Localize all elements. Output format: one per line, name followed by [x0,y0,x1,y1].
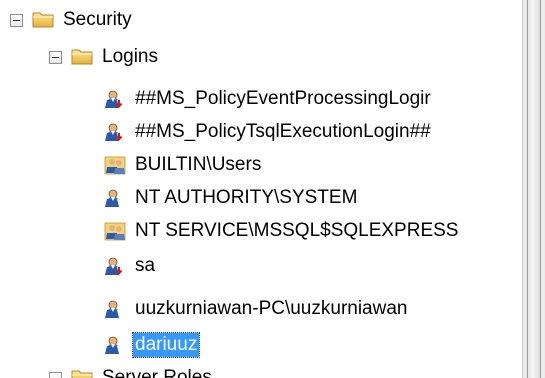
login-label: ##MS_PolicyTsqlExecutionLogin## [135,121,431,142]
collapse-toggle[interactable] [49,50,62,64]
login-disabled-icon [104,89,126,109]
tree-node-label: Security [63,9,132,30]
tree-node-logins[interactable]: Logins [49,43,160,71]
login-disabled-icon [104,122,126,142]
folder-icon [32,10,54,30]
tree-node-security[interactable]: Security [10,6,134,34]
login-label: uuzkurniawan-PC\uuzkurniawan [135,298,408,319]
tree-node-server-roles[interactable]: Server Roles [49,364,214,378]
scrollbar-thumb[interactable] [527,0,541,378]
login-label: NT AUTHORITY\SYSTEM [135,187,358,208]
login-label: sa [135,255,156,276]
vertical-scrollbar[interactable] [522,0,545,378]
collapse-toggle[interactable] [49,371,62,378]
login-label: NT SERVICE\MSSQL$SQLEXPRESS [135,220,459,241]
object-explorer-tree: Security Logins ##MS_PolicyEventProcessi… [0,0,522,378]
tree-node-login[interactable]: NT AUTHORITY\SYSTEM [104,184,359,212]
tree-node-login-selected[interactable]: dariuuz [104,331,201,359]
folder-icon [71,47,93,67]
login-icon [104,188,126,208]
login-icon [104,335,126,355]
login-label: ##MS_PolicyEventProcessingLogir [135,88,431,109]
login-group-icon [104,221,126,241]
tree-node-label: Server Roles [102,367,212,378]
login-label: dariuuz [131,332,201,358]
folder-icon [71,368,93,378]
collapse-toggle[interactable] [10,13,23,27]
tree-node-login[interactable]: ##MS_PolicyEventProcessingLogir [104,85,433,113]
tree-node-label: Logins [102,46,158,67]
login-label: BUILTIN\Users [135,154,262,175]
tree-node-login[interactable]: NT SERVICE\MSSQL$SQLEXPRESS [104,217,460,245]
tree-node-login[interactable]: ##MS_PolicyTsqlExecutionLogin## [104,118,433,146]
login-disabled-icon [104,256,126,276]
tree-node-login[interactable]: BUILTIN\Users [104,151,263,179]
tree-node-login[interactable]: sa [104,252,157,280]
login-group-icon [104,155,126,175]
login-icon [104,299,126,319]
tree-node-login[interactable]: uuzkurniawan-PC\uuzkurniawan [104,295,409,323]
